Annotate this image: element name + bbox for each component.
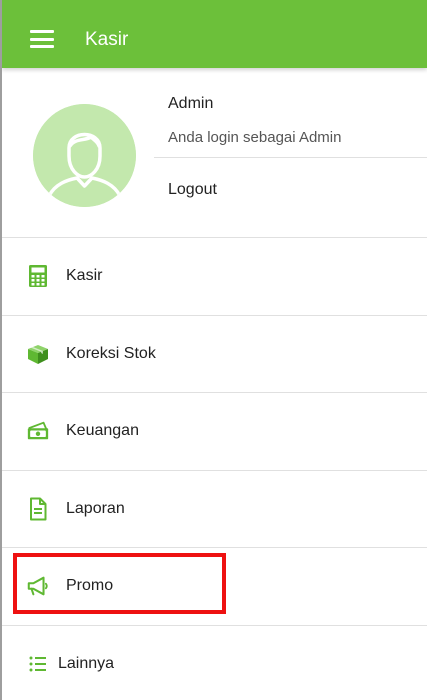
menu-item-label: Laporan (66, 499, 125, 517)
navigation-drawer: Kasir Admin Anda login sebagai Admin Log… (0, 0, 427, 700)
calculator-icon (26, 264, 50, 288)
menu-item-lainnya[interactable]: Lainnya (2, 626, 427, 700)
hamburger-icon[interactable] (30, 30, 54, 48)
menu-item-laporan[interactable]: Laporan (2, 471, 427, 548)
menu-item-koreksi-stok[interactable]: Koreksi Stok (2, 316, 427, 393)
menu-item-label: Koreksi Stok (66, 344, 156, 362)
money-icon (26, 419, 50, 443)
box-icon (26, 342, 50, 366)
menu-item-promo[interactable]: Promo (2, 548, 427, 626)
app-bar: Kasir (2, 0, 427, 68)
menu-item-keuangan[interactable]: Keuangan (2, 393, 427, 471)
app-bar-title: Kasir (85, 29, 129, 50)
logout-button[interactable]: Logout (168, 181, 217, 199)
menu-item-label: Keuangan (66, 422, 139, 440)
list-icon (26, 652, 50, 676)
profile-divider (154, 157, 427, 158)
document-icon (26, 497, 50, 521)
menu-item-label: Kasir (66, 267, 103, 285)
profile-header: Admin Anda login sebagai Admin Logout (2, 68, 427, 238)
menu-item-label: Lainnya (58, 655, 115, 673)
user-name: Admin (168, 95, 214, 112)
megaphone-icon (26, 574, 50, 598)
user-avatar-icon (33, 104, 136, 207)
user-role-text: Anda login sebagai Admin (168, 129, 342, 146)
drawer-menu: Kasir Koreksi Stok Keuangan Laporan Prom… (2, 238, 427, 700)
menu-item-kasir[interactable]: Kasir (2, 238, 427, 316)
menu-item-label: Promo (66, 577, 114, 595)
